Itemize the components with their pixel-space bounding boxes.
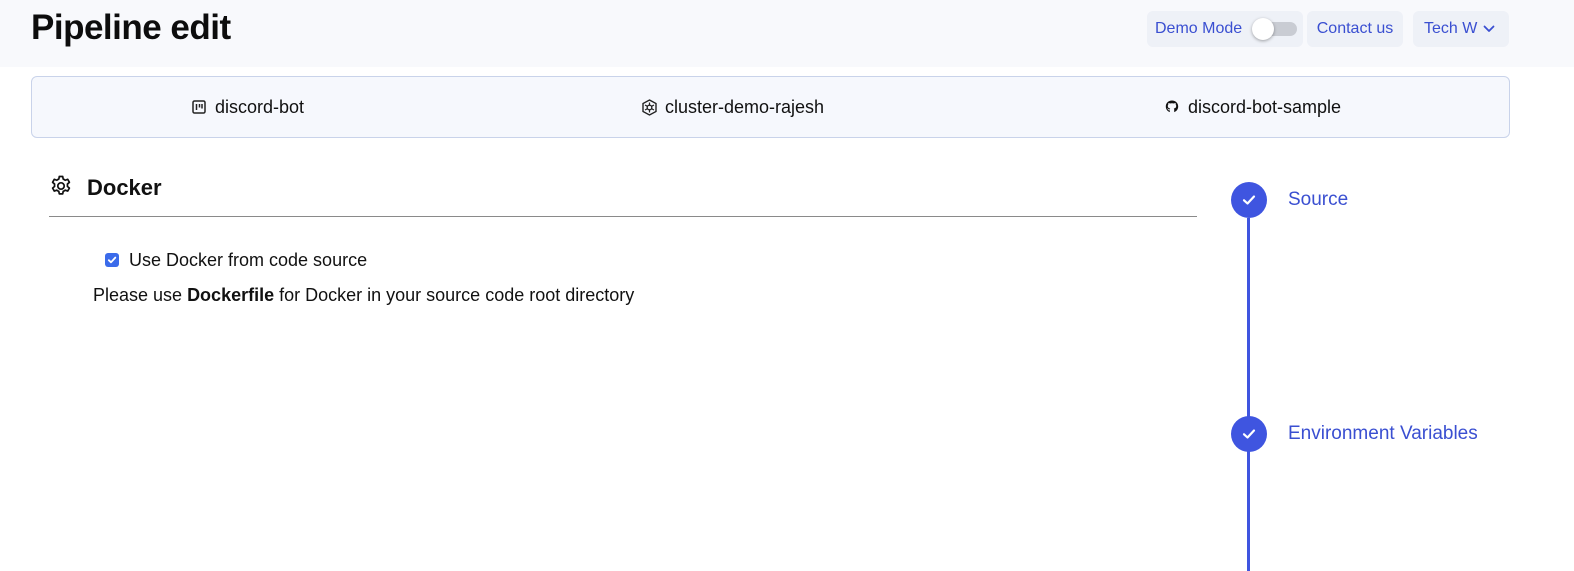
step-source[interactable]: Source <box>1231 182 1348 218</box>
check-icon <box>1231 182 1267 218</box>
dockerfile-note: Please use Dockerfile for Docker in your… <box>93 285 634 306</box>
pipeline-info-card: discord-bot cluster-demo-rajesh discord-… <box>31 76 1510 138</box>
page-title: Pipeline edit <box>31 8 231 47</box>
repo-info: discord-bot-sample <box>1162 96 1341 118</box>
demo-mode-label: Demo Mode <box>1155 20 1243 37</box>
note-dockerfile: Dockerfile <box>187 285 275 305</box>
step-label[interactable]: Source <box>1288 189 1348 211</box>
cluster-info: cluster-demo-rajesh <box>639 96 824 118</box>
contact-us-label: Contact us <box>1316 20 1394 37</box>
step-label[interactable]: Environment Variables <box>1288 423 1478 445</box>
toggle-knob <box>1252 18 1274 40</box>
kubernetes-icon <box>639 97 659 117</box>
docker-section-header: Docker <box>49 172 162 204</box>
use-docker-checkbox[interactable] <box>105 253 119 267</box>
demo-mode-control[interactable]: Demo Mode <box>1147 11 1303 47</box>
check-icon <box>1231 416 1267 452</box>
top-bar: Pipeline edit Demo Mode Contact us Tech … <box>0 0 1574 67</box>
repo-name: discord-bot-sample <box>1188 96 1342 117</box>
section-title: Docker <box>87 175 162 200</box>
demo-mode-toggle[interactable] <box>1252 18 1297 40</box>
use-docker-option[interactable]: Use Docker from code source <box>105 248 367 272</box>
contact-us-link[interactable]: Contact us <box>1307 11 1403 47</box>
chevron-down-icon <box>1483 25 1495 33</box>
org-name: Tech W <box>1424 20 1478 37</box>
step-environment-variables[interactable]: Environment Variables <box>1231 416 1478 452</box>
note-prefix: Please use <box>93 285 188 305</box>
app-name: discord-bot <box>215 96 305 117</box>
cluster-name: cluster-demo-rajesh <box>665 96 825 117</box>
github-icon <box>1162 97 1182 117</box>
board-icon <box>189 97 209 117</box>
gear-icon <box>49 174 73 203</box>
use-docker-label: Use Docker from code source <box>129 249 368 270</box>
app-info: discord-bot <box>189 96 304 118</box>
note-suffix: for Docker in your source code root dire… <box>274 285 635 305</box>
stepper-connector <box>1247 218 1250 571</box>
section-divider <box>49 216 1197 217</box>
org-dropdown[interactable]: Tech W <box>1413 11 1509 47</box>
